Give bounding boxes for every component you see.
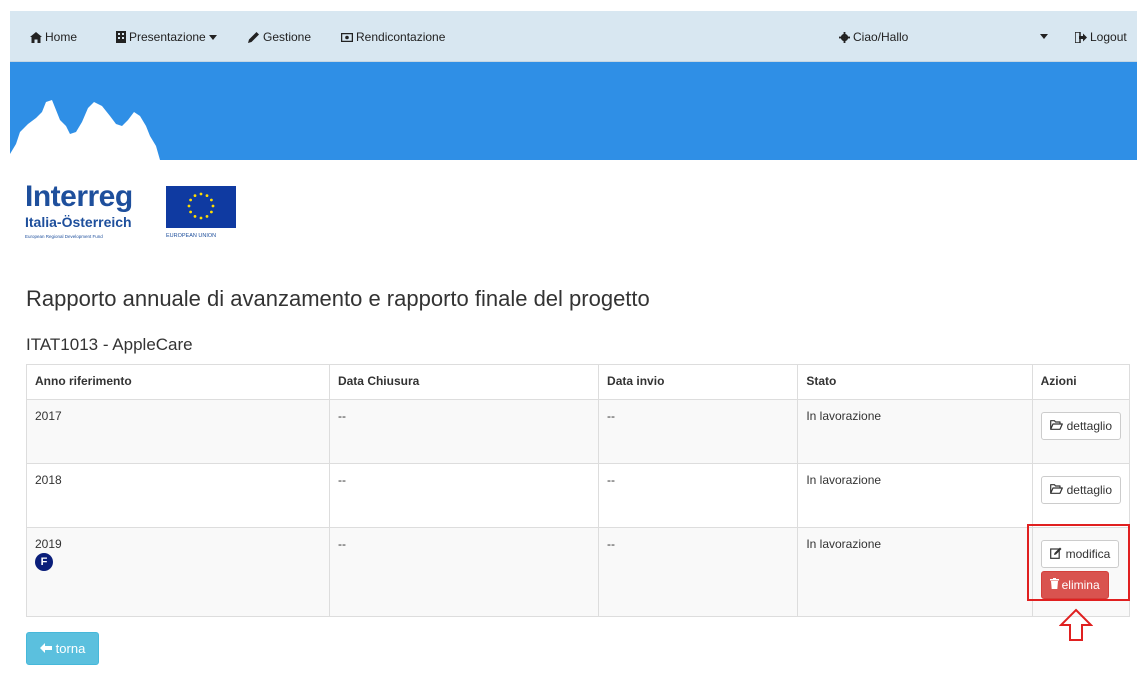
- table-row: 2017 -- -- In lavorazione dettaglio: [26, 399, 1131, 464]
- eu-flag-icon: [166, 186, 236, 228]
- logo-subtitle: Italia-Österreich: [25, 214, 132, 230]
- logo-title: Interreg: [25, 180, 133, 213]
- top-navbar: Home Presentazione Gestione Rendicontazi…: [10, 11, 1137, 62]
- torna-label: torna: [55, 641, 86, 656]
- nav-rendicontazione[interactable]: Rendicontazione: [341, 30, 445, 44]
- header-data-chiusura: Data Chiusura: [328, 364, 600, 400]
- dettaglio-button[interactable]: dettaglio: [1040, 412, 1121, 440]
- home-icon: [30, 31, 42, 43]
- cell-anno: 2018: [26, 463, 330, 528]
- user-menu-caret[interactable]: [1040, 34, 1048, 39]
- interreg-logo: Interreg Italia-Österreich European Regi…: [25, 180, 245, 244]
- cell-anno: 2019 F: [26, 527, 330, 617]
- table-header-row: Anno riferimento Data Chiusura Data invi…: [26, 364, 1131, 400]
- cell-azioni: dettaglio: [1031, 399, 1131, 464]
- cell-anno: 2017: [26, 399, 330, 464]
- header-data-invio: Data invio: [598, 364, 799, 400]
- dettaglio-label: dettaglio: [1066, 483, 1112, 497]
- header-azioni: Azioni: [1031, 364, 1131, 400]
- cell-data-chiusura: --: [328, 527, 600, 617]
- reports-table: Anno riferimento Data Chiusura Data invi…: [26, 364, 1131, 617]
- cell-stato: In lavorazione: [797, 399, 1033, 464]
- actions-highlight-box: [1027, 524, 1130, 601]
- nav-home-label: Home: [45, 30, 78, 44]
- arrow-up-icon: [1058, 608, 1094, 645]
- nav-logout[interactable]: Logout: [1075, 30, 1127, 44]
- nav-home[interactable]: Home: [30, 30, 77, 44]
- nav-user-greeting: Ciao/Hallo: [839, 30, 908, 44]
- nav-logout-label: Logout: [1090, 30, 1127, 44]
- building-icon: [116, 31, 126, 43]
- header-anno-riferimento: Anno riferimento: [26, 364, 330, 400]
- dettaglio-button[interactable]: dettaglio: [1040, 476, 1121, 504]
- final-report-badge: F: [35, 553, 53, 571]
- caret-down-icon: [1040, 34, 1048, 39]
- dettaglio-label: dettaglio: [1066, 419, 1112, 433]
- cell-azioni: dettaglio: [1031, 463, 1131, 528]
- cell-data-chiusura: --: [328, 399, 600, 464]
- nav-gestione-label: Gestione: [263, 30, 312, 44]
- nav-user-label: Ciao/Hallo: [853, 30, 909, 44]
- nav-presentazione-dropdown[interactable]: Presentazione: [116, 30, 217, 44]
- nav-rendicontazione-label: Rendicontazione: [356, 30, 446, 44]
- mountains-graphic: [10, 100, 160, 160]
- pencil-icon: [248, 31, 260, 43]
- table-row: 2018 -- -- In lavorazione dettaglio: [26, 463, 1131, 528]
- cell-data-chiusura: --: [328, 463, 600, 528]
- folder-open-icon: [1049, 419, 1063, 433]
- cell-data-invio: --: [598, 463, 799, 528]
- cell-data-invio: --: [598, 527, 799, 617]
- folder-open-icon: [1049, 483, 1063, 497]
- money-icon: [341, 32, 353, 42]
- cell-stato: In lavorazione: [797, 527, 1033, 617]
- cell-data-invio: --: [598, 399, 799, 464]
- cell-stato: In lavorazione: [797, 463, 1033, 528]
- table-row: 2019 F -- -- In lavorazione modifica eli…: [26, 527, 1131, 617]
- nav-presentazione-label: Presentazione: [129, 30, 206, 44]
- header-stato: Stato: [797, 364, 1033, 400]
- nav-gestione[interactable]: Gestione: [248, 30, 311, 44]
- gear-icon: [839, 31, 850, 43]
- eu-label: EUROPEAN UNION: [166, 233, 217, 239]
- caret-down-icon: [208, 34, 217, 40]
- header-banner: [10, 62, 1137, 160]
- anno-value: 2019: [35, 537, 62, 551]
- torna-button[interactable]: torna: [26, 632, 99, 665]
- project-title: ITAT1013 - AppleCare: [26, 335, 193, 354]
- page-title: Rapporto annuale di avanzamento e rappor…: [26, 286, 650, 311]
- arrow-left-icon: [39, 641, 52, 656]
- logout-icon: [1075, 31, 1087, 43]
- logo-fund-text: European Regional Development Fund: [25, 234, 103, 239]
